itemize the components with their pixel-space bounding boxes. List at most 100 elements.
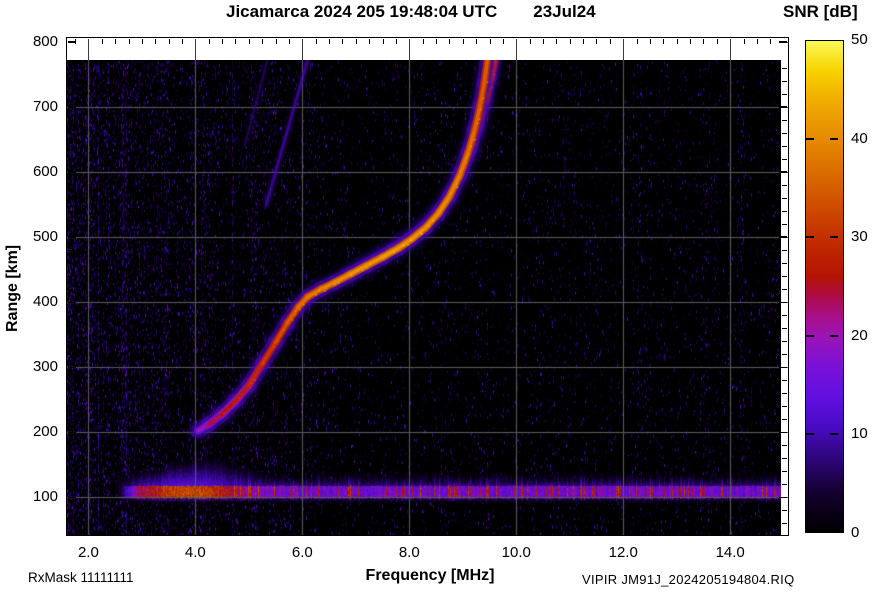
y-minor-tick-mark-left: [68, 406, 73, 408]
y-minor-tick-mark-right: [782, 419, 787, 421]
x-minor-tick-mark: [129, 39, 130, 44]
ionogram-heatmap-canvas: [67, 60, 781, 535]
colorbar-title: SNR [dB]: [783, 2, 858, 21]
y-minor-tick-mark-left: [68, 119, 73, 121]
y-tick-label: 500: [32, 227, 58, 245]
x-tick-label: 6.0: [291, 544, 313, 561]
x-tick-label: 14.0: [715, 544, 745, 561]
colorbar-tick-mark-right: [830, 334, 838, 337]
y-minor-tick-mark-left: [68, 93, 73, 95]
x-minor-tick-mark: [436, 39, 437, 44]
x-minor-tick-mark: [169, 39, 170, 44]
y-minor-tick-mark-right: [782, 80, 787, 82]
y-minor-tick-mark-right: [782, 158, 787, 160]
x-minor-tick-mark: [276, 39, 277, 44]
y-minor-tick-mark-left: [68, 354, 73, 356]
y-minor-tick-mark-right: [782, 354, 787, 356]
x-minor-tick-mark: [182, 39, 183, 44]
x-minor-tick-mark: [490, 39, 491, 44]
y-tick-label: 400: [32, 293, 58, 311]
x-minor-tick-mark: [249, 39, 250, 44]
y-minor-tick-mark-right: [782, 471, 787, 473]
colorbar-tick-mark-left: [806, 433, 814, 436]
y-minor-tick-mark-right: [782, 523, 787, 525]
y-minor-tick-mark-left: [68, 276, 73, 278]
x-minor-tick-mark: [543, 39, 544, 44]
x-minor-tick-mark: [115, 39, 116, 44]
colorbar-tick-label: 50: [851, 31, 868, 48]
y-minor-tick-mark-right: [782, 510, 787, 512]
x-minor-tick-mark: [583, 39, 584, 44]
x-minor-tick-mark: [463, 39, 464, 44]
x-minor-tick-mark: [75, 39, 76, 44]
colorbar-tick-mark-left: [806, 334, 814, 337]
x-minor-tick-mark: [222, 39, 223, 44]
x-minor-tick-mark: [369, 39, 370, 44]
y-minor-tick-mark-right: [782, 263, 787, 264]
y-minor-tick-mark-right: [782, 250, 787, 251]
y-minor-tick-mark-right: [782, 276, 787, 278]
x-minor-tick-mark: [396, 39, 397, 44]
y-tick-label: 300: [32, 358, 58, 376]
y-minor-tick-mark-right: [782, 67, 787, 69]
y-minor-tick-mark-left: [68, 145, 73, 147]
colorbar-tick-label: 0: [851, 524, 860, 541]
y-minor-tick-mark-right: [782, 393, 787, 395]
y-tick-label: 800: [32, 32, 58, 50]
x-axis-label: Frequency [MHz]: [365, 567, 495, 584]
x-minor-tick-mark: [102, 39, 103, 44]
x-minor-tick-mark: [650, 39, 651, 44]
y-minor-tick-mark-left: [68, 445, 73, 447]
x-minor-tick-mark: [744, 39, 745, 44]
gridline-extension-top: [302, 39, 303, 60]
y-minor-tick-mark-left: [68, 393, 73, 395]
x-minor-tick-mark: [235, 39, 236, 44]
y-minor-tick-mark-left: [68, 250, 73, 251]
y-minor-tick-mark-left: [68, 380, 73, 382]
x-minor-tick-mark: [703, 39, 704, 44]
y-minor-tick-mark-right: [782, 197, 787, 199]
x-minor-tick-mark: [596, 39, 597, 44]
y-minor-tick-mark-right: [782, 458, 787, 460]
colorbar-tick-mark-right: [830, 137, 838, 140]
x-minor-tick-mark: [383, 39, 384, 44]
x-tick-label: 8.0: [398, 544, 420, 561]
x-minor-tick-mark: [476, 39, 477, 44]
y-minor-tick-mark-left: [68, 197, 73, 199]
y-minor-tick-mark-left: [68, 80, 73, 82]
y-minor-tick-mark-left: [68, 158, 73, 160]
x-minor-tick-mark: [342, 39, 343, 44]
y-tick-label: 100: [32, 488, 58, 506]
y-minor-tick-mark-right: [782, 341, 787, 343]
y-major-tick-mark: [68, 496, 76, 499]
x-minor-tick-mark: [262, 39, 263, 44]
y-major-tick-mark-right: [779, 236, 787, 238]
y-major-tick-mark: [68, 106, 76, 108]
ionogram-page: Jicamarca 2024 205 19:48:04 UTC 23Jul24 …: [0, 0, 874, 595]
y-tick-label: 600: [32, 162, 58, 180]
y-minor-tick-mark-right: [782, 145, 787, 147]
y-minor-tick-mark-left: [68, 289, 73, 291]
y-tick-label: 700: [32, 97, 58, 115]
y-minor-tick-mark-left: [68, 510, 73, 512]
x-minor-tick-mark: [556, 39, 557, 44]
y-minor-tick-mark-left: [68, 484, 73, 486]
y-minor-tick-mark-right: [782, 484, 787, 486]
gridline-extension-top: [195, 39, 196, 60]
y-major-tick-mark-right: [779, 366, 787, 369]
y-major-tick-mark-right: [779, 301, 787, 304]
colorbar-tick-label: 40: [851, 129, 868, 147]
gridline-extension-top: [409, 39, 410, 60]
y-major-tick-mark: [68, 301, 76, 304]
gridline-extension-top: [88, 39, 89, 60]
y-major-tick-mark-right: [779, 171, 787, 173]
y-minor-tick-mark-right: [782, 406, 787, 408]
x-minor-tick-mark: [530, 39, 531, 44]
x-minor-tick-mark: [289, 39, 290, 44]
y-major-tick-mark-right: [779, 41, 787, 43]
y-major-tick-mark: [68, 431, 76, 434]
colorbar-tick-label: 20: [851, 326, 868, 344]
y-minor-tick-mark-left: [68, 223, 73, 225]
y-major-tick-mark-right: [779, 106, 787, 108]
plot-title: Jicamarca 2024 205 19:48:04 UTC 23Jul24: [226, 2, 596, 22]
